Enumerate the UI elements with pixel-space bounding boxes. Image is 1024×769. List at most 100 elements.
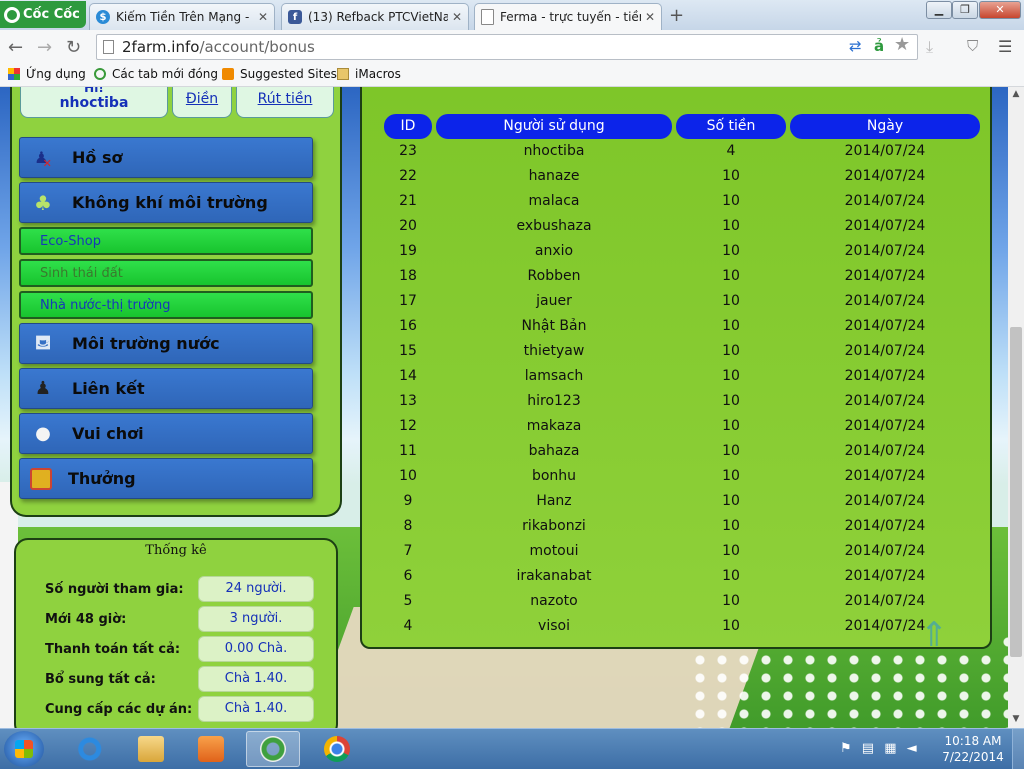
reload-icon[interactable]: ↻ [66, 37, 81, 58]
bookmark-imacros[interactable]: iMacros [337, 67, 401, 81]
table-row: 17 jauer 10 2014/07/24 [384, 289, 980, 314]
tab-refback[interactable]: f (13) Refback PTCVietNam ✕ [281, 3, 469, 30]
forward-arrow-icon[interactable]: → [37, 37, 52, 58]
table-row: 22 hanaze 10 2014/07/24 [384, 164, 980, 189]
action-center-flag-icon[interactable]: ⚑ [840, 741, 852, 756]
table-row: 11 bahaza 10 2014/07/24 [384, 439, 980, 464]
nav-item-bonus[interactable]: Thưởng [19, 458, 313, 499]
cell-date: 2014/07/24 [844, 318, 926, 334]
bookmark-recent-tabs[interactable]: Các tab mới đóng [94, 67, 218, 81]
user-greeting-box: Hi! nhoctiba [20, 87, 168, 118]
cell-date: 2014/07/24 [844, 343, 926, 359]
taskbar-media-player[interactable] [184, 731, 238, 767]
cell-user: Robben [527, 268, 581, 284]
clock[interactable]: 10:18 AM 7/22/2014 [940, 733, 1006, 765]
scroll-up-arrow-icon[interactable]: ▲ [1008, 89, 1024, 99]
network-icon[interactable]: ▦ [884, 741, 896, 756]
bookmark-suggested-sites[interactable]: Suggested Sites [222, 67, 337, 81]
clock-date: 7/22/2014 [942, 750, 1004, 764]
scroll-to-top-icon[interactable]: ⇑ [914, 618, 954, 652]
table-row: 9 Hanz 10 2014/07/24 [384, 489, 980, 514]
nav-item-games[interactable]: ● Vui chơi [19, 413, 313, 454]
address-bar[interactable]: 2farm.info/account/bonus [96, 34, 918, 60]
minimize-button[interactable]: ▁ [926, 1, 952, 19]
subnav-label: Nhà nước-thị trường [40, 297, 171, 313]
bookmark-label: Các tab mới đóng [112, 67, 218, 81]
stat-row-participants: Số người tham gia: 24 người. [45, 576, 315, 602]
taskbar-file-explorer[interactable] [124, 731, 178, 767]
taskbar-coccoc-browser[interactable] [246, 731, 300, 767]
bookmark-star-icon[interactable]: ★ [894, 34, 910, 55]
nav-label: Không khí môi trường [72, 193, 268, 212]
nav-item-referrals[interactable]: ♟ Liên kết [19, 368, 313, 409]
cell-date: 2014/07/24 [844, 193, 926, 209]
scroll-down-arrow-icon[interactable]: ▼ [1008, 714, 1024, 724]
history-icon [94, 68, 106, 80]
restore-button[interactable]: ❐ [952, 1, 978, 19]
close-icon[interactable]: ✕ [645, 10, 655, 24]
nav-label: Hồ sơ [72, 148, 123, 167]
table-row: 23 nhoctiba 4 2014/07/24 [384, 139, 980, 164]
cell-amount: 10 [722, 468, 740, 484]
taskbar-internet-explorer[interactable] [64, 731, 118, 767]
cell-date: 2014/07/24 [844, 293, 926, 309]
tree-icon: ♣ [34, 190, 52, 215]
subnav-state-market[interactable]: Nhà nước-thị trường [19, 291, 313, 319]
stat-label: Mới 48 giờ: [45, 612, 127, 627]
tab-ferma[interactable]: Ferma - trực tuyến - tiền t ✕ [474, 3, 662, 30]
new-tab-button[interactable]: + [669, 5, 684, 26]
spellcheck-icon[interactable]: ả [874, 37, 884, 55]
device-icon[interactable]: ▤ [862, 741, 874, 756]
deposit-link[interactable]: Điền [172, 87, 232, 118]
apps-grid-icon [8, 68, 20, 80]
cell-amount: 10 [722, 343, 740, 359]
cell-amount: 10 [722, 493, 740, 509]
menu-icon[interactable]: ☰ [998, 37, 1012, 56]
shield-icon[interactable]: ⛉ [967, 37, 978, 55]
cell-id: 5 [403, 593, 413, 609]
vertical-scrollbar[interactable]: ▲ ▼ [1008, 87, 1024, 728]
nav-item-water-environment[interactable]: ⛾ Môi trường nước [19, 323, 313, 364]
cell-amount: 10 [722, 318, 740, 334]
cell-amount: 10 [722, 568, 740, 584]
nav-item-profile[interactable]: ♟ ✕ Hồ sơ [19, 137, 313, 178]
translate-icon[interactable]: ⇄ [849, 37, 862, 55]
tab-kiem-tien[interactable]: $ Kiếm Tiền Trên Mạng - M ✕ [89, 3, 275, 30]
table-row: 8 rikabonzi 10 2014/07/24 [384, 514, 980, 539]
profile-icon: ♟ ✕ [34, 148, 52, 170]
download-icon[interactable]: ⤓ [926, 37, 933, 57]
subnav-eco-shop[interactable]: Eco-Shop [19, 227, 313, 255]
scrollbar-thumb[interactable] [1010, 327, 1022, 657]
column-header-amount: Số tiền [676, 114, 786, 139]
cell-amount: 10 [722, 518, 740, 534]
nav-item-air-environment[interactable]: ♣ Không khí môi trường [19, 182, 313, 223]
stat-row-total-paid: Thanh toán tất cả: 0.00 Chà. [45, 636, 315, 662]
stat-label: Bổ sung tất cả: [45, 672, 156, 687]
facebook-icon: f [288, 10, 302, 24]
back-arrow-icon[interactable]: ← [8, 37, 23, 58]
show-desktop-button[interactable] [1012, 729, 1024, 769]
username: nhoctiba [59, 95, 129, 111]
bookmark-apps[interactable]: Ứng dụng [8, 67, 86, 81]
cell-id: 17 [399, 293, 417, 309]
stat-value: 24 người. [198, 576, 314, 602]
coccoc-logo[interactable]: Cốc Cốc [0, 1, 86, 28]
cell-user: thietyaw [523, 343, 585, 359]
close-icon[interactable]: ✕ [258, 10, 268, 24]
withdraw-link[interactable]: Rút tiền [236, 87, 334, 118]
tab-title: (13) Refback PTCVietNam [308, 10, 448, 24]
cell-id: 20 [399, 218, 417, 234]
cell-date: 2014/07/24 [844, 493, 926, 509]
nav-label: Môi trường nước [72, 334, 220, 353]
close-icon[interactable]: ✕ [452, 10, 462, 24]
close-window-button[interactable]: ✕ [979, 1, 1021, 19]
stat-value: Chà 1.40. [198, 696, 314, 722]
taskbar-chrome[interactable] [310, 731, 364, 767]
clock-time: 10:18 AM [944, 734, 1002, 748]
subnav-land-ecology[interactable]: Sinh thái đất [19, 259, 313, 287]
start-button[interactable] [4, 731, 44, 767]
media-player-icon [198, 736, 224, 762]
volume-mute-icon[interactable]: ◄ [907, 741, 917, 756]
stat-row-new-48h: Mới 48 giờ: 3 người. [45, 606, 315, 632]
brand-name: Cốc Cốc [23, 7, 80, 22]
